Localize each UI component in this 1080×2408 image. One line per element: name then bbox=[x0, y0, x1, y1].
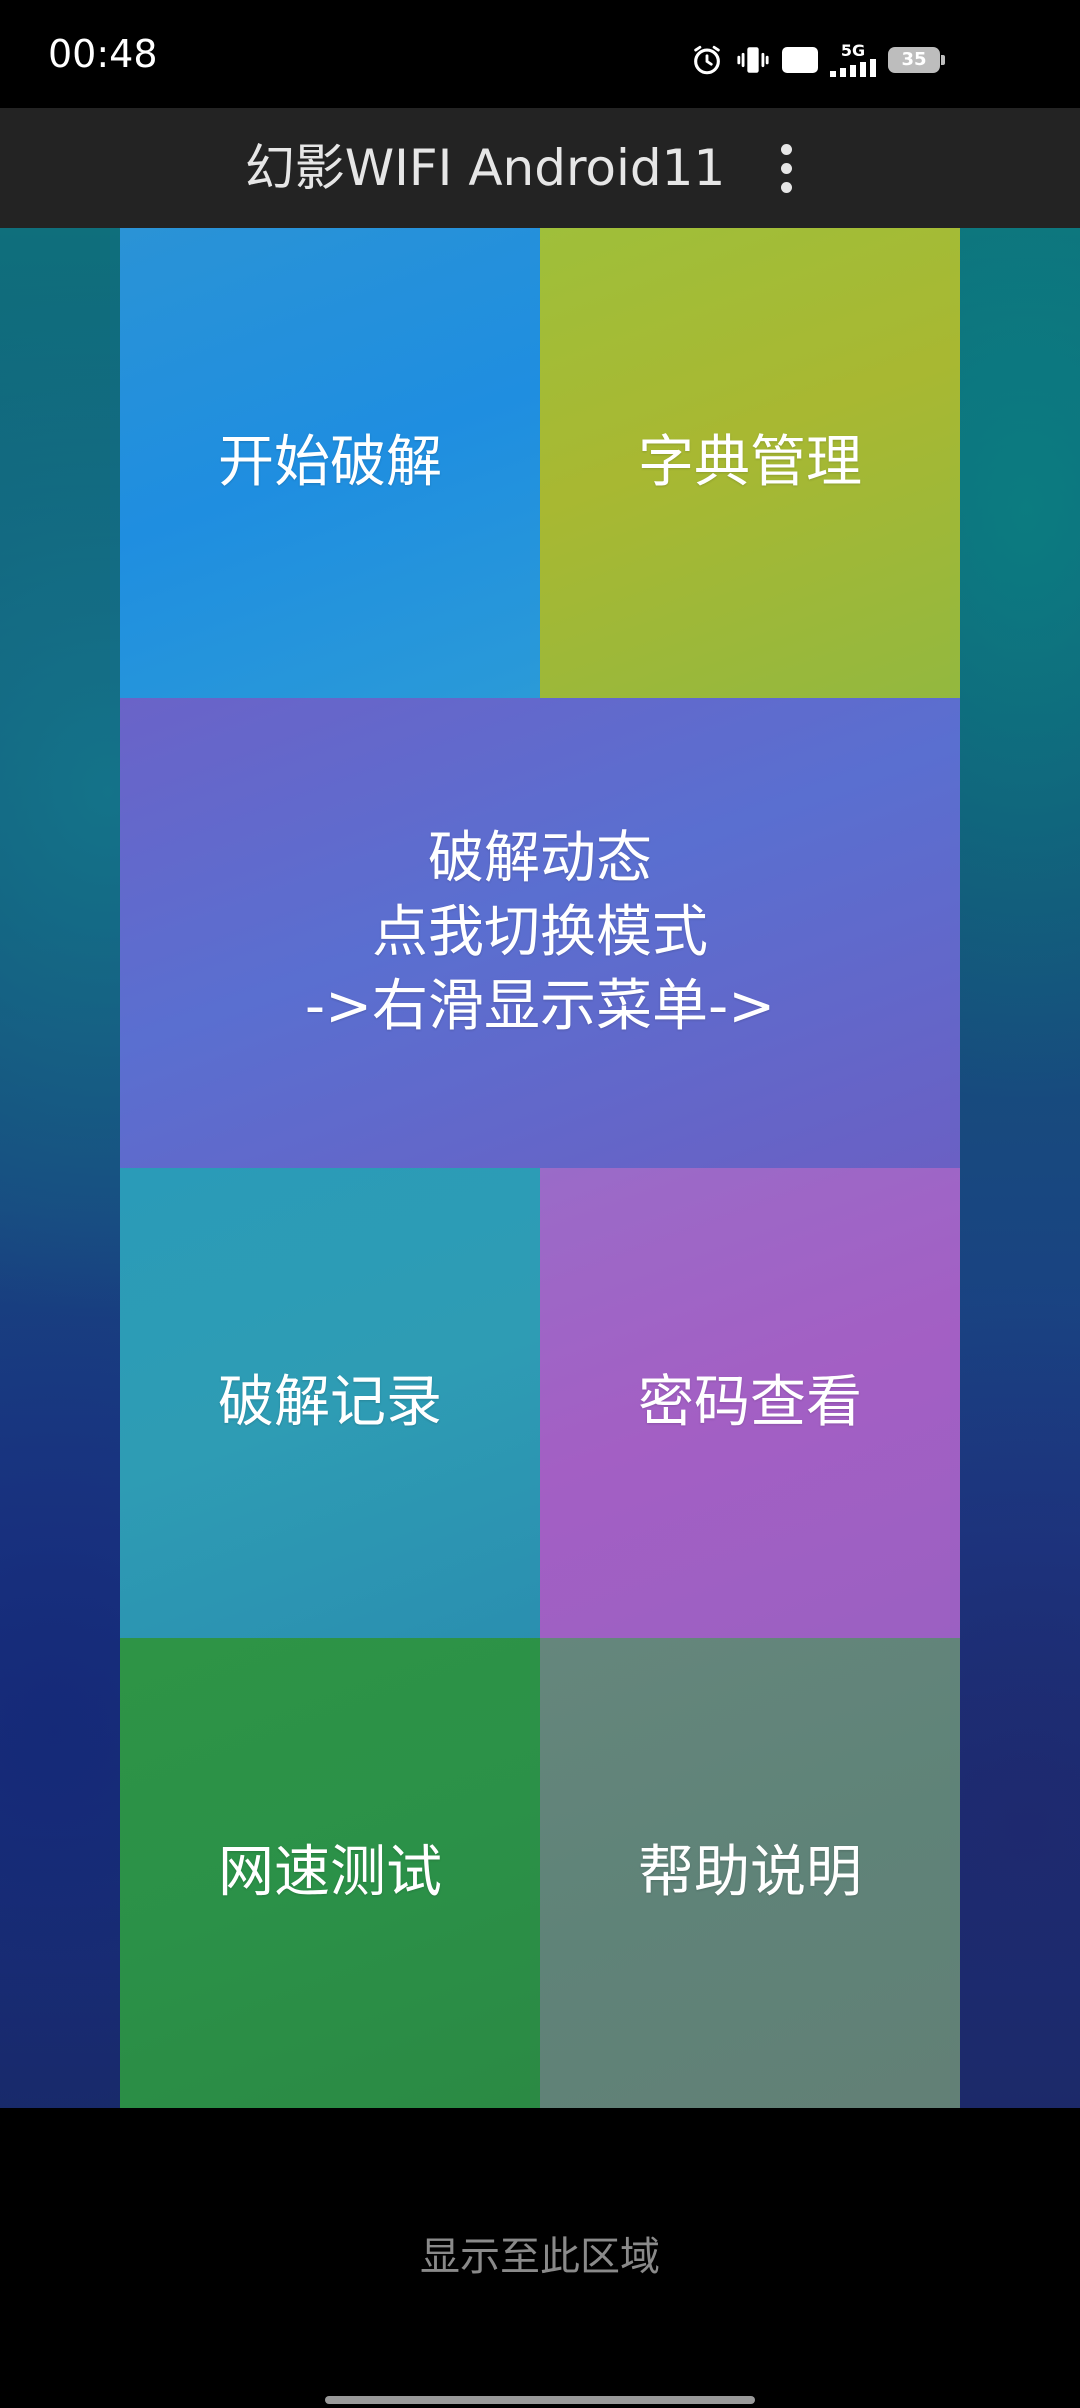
dynamic-line-1: 破解动态 bbox=[428, 826, 652, 891]
alarm-icon bbox=[690, 43, 724, 77]
dynamic-line-2: 点我切换模式 bbox=[372, 900, 708, 965]
status-time: 00:48 bbox=[48, 32, 158, 76]
dynamic-line-3: ->右滑显示菜单-> bbox=[304, 974, 776, 1039]
vibrate-icon bbox=[736, 43, 770, 77]
crack-records-label: 破解记录 bbox=[218, 1370, 442, 1435]
content-background: 开始破解 字典管理 破解动态 点我切换模式 ->右滑显示菜单-> 破解记录 密码… bbox=[0, 228, 1080, 2108]
status-icons: HD 5G 35 bbox=[690, 40, 945, 80]
dict-manage-tile[interactable]: 字典管理 bbox=[540, 228, 960, 698]
app-bar: 幻影WIFI Android11 bbox=[0, 108, 1080, 228]
app-title: 幻影WIFI Android11 bbox=[244, 139, 726, 197]
menu-dot bbox=[780, 162, 792, 174]
tile-grid: 开始破解 字典管理 破解动态 点我切换模式 ->右滑显示菜单-> 破解记录 密码… bbox=[120, 228, 960, 2108]
start-crack-label: 开始破解 bbox=[218, 430, 442, 495]
signal-5g-icon: 5G bbox=[830, 43, 876, 77]
start-crack-tile[interactable]: 开始破解 bbox=[120, 228, 540, 698]
password-view-label: 密码查看 bbox=[638, 1370, 862, 1435]
bottom-hint: 显示至此区域 bbox=[420, 2234, 660, 2280]
nav-gesture-handle[interactable] bbox=[325, 2396, 755, 2404]
menu-dot bbox=[780, 143, 792, 155]
speed-test-tile[interactable]: 网速测试 bbox=[120, 1638, 540, 2108]
status-bar: 00:48 HD 5G 35 bbox=[0, 0, 1080, 108]
help-label: 帮助说明 bbox=[638, 1840, 862, 1905]
menu-dot bbox=[780, 181, 792, 193]
dict-manage-label: 字典管理 bbox=[638, 430, 862, 495]
crack-records-tile[interactable]: 破解记录 bbox=[120, 1168, 540, 1638]
password-view-tile[interactable]: 密码查看 bbox=[540, 1168, 960, 1638]
hd-icon: HD bbox=[781, 47, 818, 73]
help-tile[interactable]: 帮助说明 bbox=[540, 1638, 960, 2108]
network-label: 5G bbox=[840, 41, 866, 60]
crack-dynamic-tile[interactable]: 破解动态 点我切换模式 ->右滑显示菜单-> bbox=[120, 698, 960, 1168]
more-vert-icon[interactable] bbox=[760, 136, 812, 200]
battery-icon: 35 bbox=[888, 47, 945, 73]
bottom-area: 显示至此区域 bbox=[0, 2108, 1080, 2408]
speed-test-label: 网速测试 bbox=[218, 1840, 442, 1905]
